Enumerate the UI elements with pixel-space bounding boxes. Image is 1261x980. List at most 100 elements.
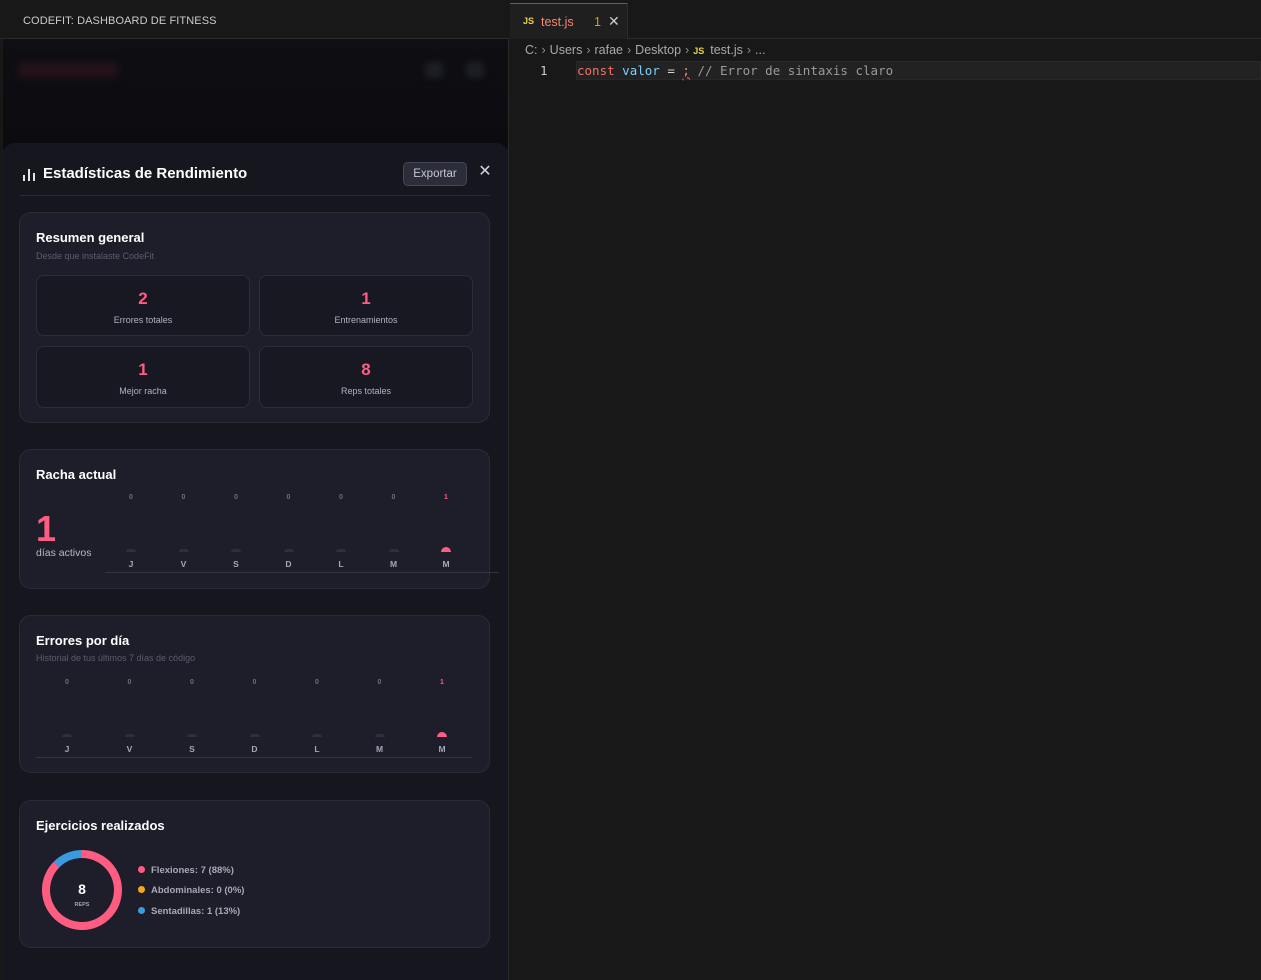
bar (249, 734, 260, 737)
breadcrumb-item[interactable]: C: (525, 43, 538, 57)
legend-dot (138, 907, 145, 914)
exercises-donut-chart: 8 REPS (42, 850, 122, 930)
stat-label: Reps totales (340, 386, 392, 396)
donut-total-label: REPS (75, 902, 90, 908)
webview-title: CODEFIT: DASHBOARD DE FITNESS (23, 15, 217, 27)
line-number: 1 (540, 63, 548, 78)
bar-category-label: J (64, 744, 70, 754)
stat-value: 2 (138, 289, 148, 308)
bar-category-label: M (375, 744, 384, 754)
donut-total: 8 (78, 881, 86, 897)
bar-chart-icon (22, 167, 36, 181)
errors-per-day-card: Errores por día Historial de tus últimos… (19, 615, 490, 773)
bar-value-label: 0 (190, 679, 194, 686)
close-icon[interactable]: ✕ (478, 163, 492, 181)
stat-value: 1 (138, 360, 148, 379)
bar-value-label: 0 (181, 494, 186, 501)
chevron-right-icon: › (685, 43, 690, 57)
webview-titlebar: CODEFIT: DASHBOARD DE FITNESS (0, 0, 509, 39)
breadcrumb-item[interactable]: rafae (595, 43, 624, 57)
tab-test-js[interactable]: JS test.js 1 ✕ (510, 3, 628, 39)
code-comment: // Error de sintaxis claro (689, 63, 894, 78)
bar (374, 734, 385, 737)
chart-baseline (36, 757, 472, 758)
bar-value-label: 0 (391, 494, 396, 501)
bar-value-label: 1 (444, 494, 448, 501)
chevron-right-icon: › (541, 43, 546, 57)
problem-count-badge: 1 (594, 15, 601, 29)
stat-best-streak: 1 Mejor racha (36, 346, 250, 408)
code-line[interactable]: 1 const valor = ; // Error de sintaxis c… (510, 61, 1261, 80)
bar-value-label: 0 (286, 494, 291, 501)
export-button[interactable]: Exportar (403, 162, 467, 186)
bar-category-label: V (126, 744, 133, 754)
stat-total-reps: 8 Reps totales (259, 346, 473, 408)
bar (126, 549, 136, 552)
bar (336, 549, 346, 552)
chevron-right-icon: › (746, 43, 752, 57)
javascript-file-icon: JS (693, 46, 705, 56)
breadcrumb-item[interactable]: Users (550, 43, 583, 57)
bar-value-label: 1 (440, 679, 444, 686)
tab-filename: test.js (541, 15, 574, 29)
code-text[interactable]: const valor = ; // Error de sintaxis cla… (577, 63, 893, 78)
legend-label: Flexiones: 7 (88%) (151, 865, 234, 876)
stat-label: Entrenamientos (334, 315, 398, 325)
legend-dot (138, 886, 145, 893)
legend-item: Sentadillas: 1 (13%) (138, 906, 240, 917)
summary-title: Resumen general (36, 230, 145, 245)
errors-subtitle: Historial de tus últimos 7 días de códig… (36, 653, 196, 663)
legend-item: Flexiones: 7 (88%) (138, 865, 234, 876)
bar-category-label: V (180, 559, 187, 569)
streak-value: 1 (36, 508, 57, 549)
blurred-logo (18, 62, 118, 78)
bar-category-label: M (442, 559, 450, 569)
legend-label: Sentadillas: 1 (13%) (151, 906, 241, 917)
bar-category-label: D (251, 744, 258, 754)
bar (283, 549, 294, 552)
breadcrumb: C: › Users › rafae › Desktop › JS test.js ›... (525, 43, 765, 57)
summary-subtitle: Desde que instalaste CodeFit (36, 251, 155, 261)
bar (62, 734, 72, 737)
bar (437, 732, 447, 737)
stat-value: 8 (361, 360, 371, 379)
breadcrumb-item[interactable]: test.js (710, 43, 743, 57)
stat-workouts: 1 Entrenamientos (259, 275, 473, 336)
bar-value-label: 0 (127, 679, 132, 686)
bar-category-label: M (438, 744, 446, 754)
bar-value-label: 0 (234, 494, 238, 501)
bar (231, 549, 241, 552)
chevron-right-icon: › (586, 43, 591, 57)
bar-category-label: J (128, 559, 134, 569)
bar (388, 549, 399, 552)
summary-card: Resumen general Desde que instalaste Cod… (19, 212, 490, 423)
bar-category-label: S (233, 559, 239, 569)
close-icon[interactable]: ✕ (608, 13, 620, 30)
donut-slice-sentadillas (53, 850, 83, 868)
legend-dot (138, 866, 145, 873)
bar-value-label: 0 (377, 679, 382, 686)
bar-category-label: L (338, 559, 344, 569)
bar-value-label: 0 (252, 679, 257, 686)
stat-label: Mejor racha (119, 386, 167, 396)
code-keyword: const (577, 63, 615, 78)
stat-value: 1 (361, 289, 371, 308)
streak-title: Racha actual (36, 467, 117, 482)
breadcrumb-item[interactable]: ... (755, 43, 765, 57)
bar (178, 549, 189, 552)
code-variable: valor (622, 63, 660, 78)
exercises-card: Ejercicios realizados 8 REPS Flexiones: … (19, 800, 490, 948)
bar (441, 547, 451, 552)
breadcrumb-item[interactable]: Desktop (635, 43, 681, 57)
javascript-file-icon: JS (523, 16, 535, 26)
blurred-icon (425, 62, 443, 78)
errors-title: Errores por día (36, 633, 130, 648)
bar-value-label: 0 (339, 494, 343, 501)
code-editor: JS test.js 1 ✕ C: › Users › rafae › Desktop › JS… (510, 0, 1261, 980)
stats-panel-title: Estadísticas de Rendimiento (43, 165, 248, 182)
stat-errors-total: 2 Errores totales (36, 275, 250, 336)
bar (187, 734, 197, 737)
bar-category-label: M (389, 559, 398, 569)
bar-value-label: 0 (129, 494, 133, 501)
bar (124, 734, 135, 737)
